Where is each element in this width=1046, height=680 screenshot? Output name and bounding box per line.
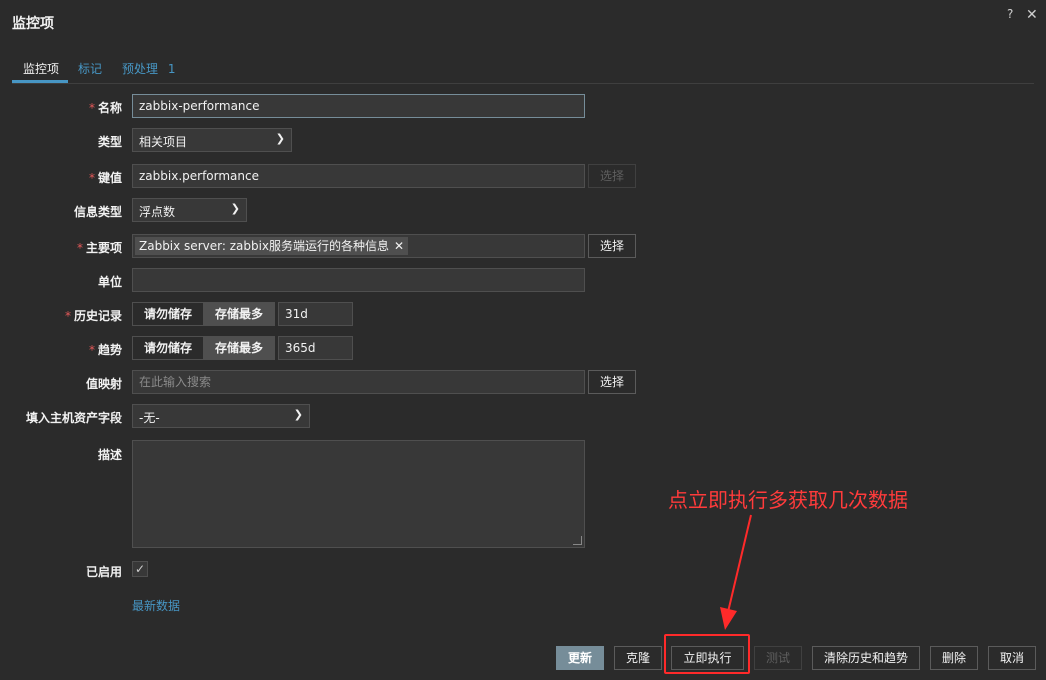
latest-data-link[interactable]: 最新数据 [132,597,180,614]
master-item-label: * 主要项 [76,241,122,255]
history-period-input[interactable] [278,302,353,326]
trends-label: * 趋势 [88,343,122,357]
enabled-checkbox[interactable]: ✓ [132,561,148,577]
required-marker: * [88,171,95,185]
units-label: 单位 [97,275,122,289]
units-input[interactable] [132,268,585,292]
value-map-select-button[interactable]: 选择 [588,370,636,394]
master-item-select-button[interactable]: 选择 [588,234,636,258]
tab-bar: 监控项 标记 预处理 1 [12,55,1034,84]
inventory-field-label: 填入主机资产字段 [25,411,122,425]
chevron-down-icon: ❯ [275,132,285,145]
master-item-tag-label: Zabbix server: zabbix服务端运行的各种信息 [139,239,390,253]
remove-tag-icon[interactable]: ✕ [394,239,404,253]
tab-item[interactable]: 监控项 [23,60,59,77]
resize-handle-icon[interactable] [573,536,582,545]
inventory-field-select[interactable]: -无- ❯ [132,404,310,428]
required-marker: * [64,309,71,323]
clone-button[interactable]: 克隆 [614,646,662,670]
value-map-search-input[interactable] [132,370,585,394]
key-select-button[interactable]: 选择 [588,164,636,188]
update-button[interactable]: 更新 [556,646,604,670]
execute-now-button[interactable]: 立即执行 [671,646,744,670]
description-label: 描述 [97,448,122,462]
key-input[interactable] [132,164,585,188]
trends-store-up-to-option[interactable]: 存储最多 [203,336,275,360]
history-do-not-store-option[interactable]: 请勿储存 [132,302,204,326]
info-type-label: 信息类型 [73,205,122,219]
type-select-value: 相关项目 [139,135,188,149]
description-textarea[interactable] [132,440,585,548]
name-input[interactable] [132,94,585,118]
tab-preprocessing-count: 1 [167,62,176,76]
tab-tags[interactable]: 标记 [78,60,102,77]
tab-preprocessing[interactable]: 预处理 1 [122,60,175,77]
dialog-title: 监控项 [12,16,54,32]
info-type-select-value: 浮点数 [139,205,176,219]
enabled-label: 已启用 [85,565,122,579]
history-label: * 历史记录 [64,309,122,323]
type-select[interactable]: 相关项目 ❯ [132,128,292,152]
chevron-down-icon: ❯ [293,408,303,421]
help-icon[interactable]: ? [1007,7,1013,21]
active-tab-indicator [12,80,68,83]
history-store-up-to-option[interactable]: 存储最多 [203,302,275,326]
trends-do-not-store-option[interactable]: 请勿储存 [132,336,204,360]
cancel-button[interactable]: 取消 [988,646,1036,670]
value-map-label: 值映射 [85,377,122,391]
required-marker: * [76,241,83,255]
test-button[interactable]: 测试 [754,646,802,670]
delete-button[interactable]: 删除 [930,646,978,670]
info-type-select[interactable]: 浮点数 ❯ [132,198,247,222]
close-icon[interactable]: ✕ [1026,7,1038,23]
clear-history-and-trends-button[interactable]: 清除历史和趋势 [812,646,920,670]
name-label: * 名称 [88,101,122,115]
tab-preprocessing-label: 预处理 [122,62,159,76]
type-label: 类型 [97,135,122,149]
chevron-down-icon: ❯ [230,202,240,215]
checkmark-icon: ✓ [134,562,146,576]
trends-period-input[interactable] [278,336,353,360]
key-label: * 键值 [88,171,122,185]
master-item-tag: Zabbix server: zabbix服务端运行的各种信息 ✕ [135,237,409,255]
required-marker: * [88,343,95,357]
annotation-text: 点立即执行多获取几次数据 [668,488,908,512]
inventory-field-select-value: -无- [139,411,160,425]
required-marker: * [88,101,95,115]
